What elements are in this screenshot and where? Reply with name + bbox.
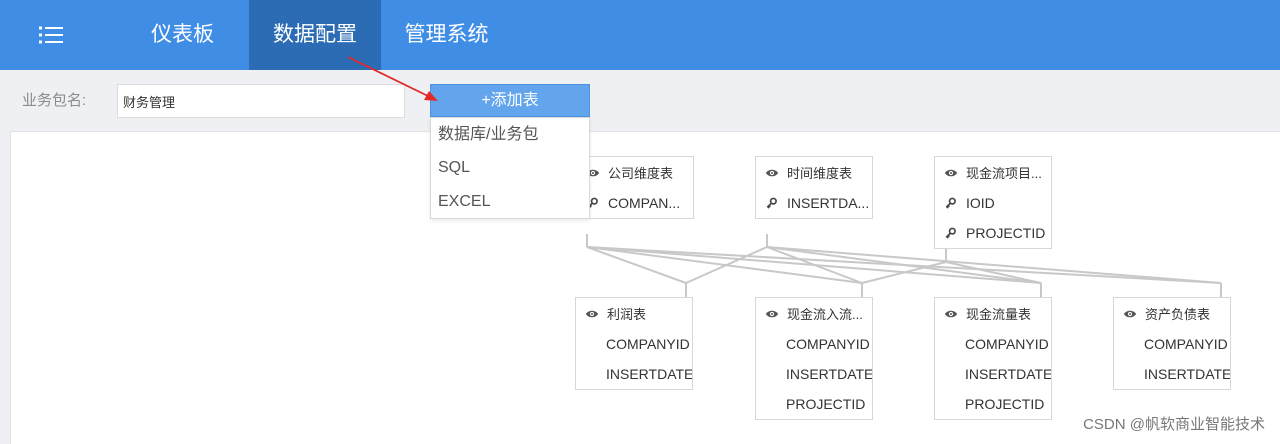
menu-item-excel[interactable]: EXCEL bbox=[431, 185, 589, 218]
table-name: 现金流量表 bbox=[966, 307, 1032, 322]
table-card-header: 时间维度表 bbox=[756, 157, 872, 188]
list-icon[interactable] bbox=[34, 21, 68, 49]
table-card-header: 利润表 bbox=[576, 298, 692, 329]
table-card-header: 现金流入流... bbox=[756, 298, 872, 329]
menu-item-database-package[interactable]: 数据库/业务包 bbox=[431, 118, 589, 151]
table-field[interactable]: INSERTDATE bbox=[935, 359, 1051, 389]
table-field[interactable]: PROJECTID bbox=[935, 389, 1051, 419]
table-field[interactable]: COMPAN... bbox=[577, 188, 693, 218]
table-field[interactable]: INSERTDATE bbox=[756, 359, 872, 389]
table-name: 时间维度表 bbox=[787, 166, 853, 181]
table-name: 现金流项目... bbox=[966, 166, 1042, 181]
table-card-profit[interactable]: 利润表 COMPANYID INSERTDATE bbox=[575, 297, 693, 390]
key-icon bbox=[766, 197, 777, 209]
table-name: 公司维度表 bbox=[608, 166, 674, 181]
tab-dashboard[interactable]: 仪表板 bbox=[129, 0, 236, 70]
table-field[interactable]: PROJECTID bbox=[935, 218, 1051, 248]
table-name: 资产负债表 bbox=[1145, 307, 1211, 322]
table-card-header: 现金流量表 bbox=[935, 298, 1051, 329]
table-field[interactable]: COMPANYID bbox=[756, 329, 872, 359]
menu-item-sql[interactable]: SQL bbox=[431, 151, 589, 184]
eye-icon[interactable] bbox=[1123, 309, 1137, 319]
table-card-balance-sheet[interactable]: 资产负债表 COMPANYID INSERTDATE bbox=[1113, 297, 1231, 390]
key-icon bbox=[945, 227, 956, 239]
field-name: INSERTDA... bbox=[787, 195, 870, 211]
table-field[interactable]: INSERTDA... bbox=[756, 188, 872, 218]
eye-icon[interactable] bbox=[765, 309, 779, 319]
table-card-time-dim[interactable]: 时间维度表 INSERTDA... bbox=[755, 156, 873, 219]
tab-data-config[interactable]: 数据配置 bbox=[249, 0, 381, 70]
table-name: 利润表 bbox=[607, 307, 647, 322]
table-field[interactable]: INSERTDATE bbox=[1114, 359, 1230, 389]
table-field[interactable]: COMPANYID bbox=[935, 329, 1051, 359]
eye-icon[interactable] bbox=[944, 309, 958, 319]
field-name: IOID bbox=[966, 195, 995, 211]
add-table-button[interactable]: +添加表 bbox=[430, 84, 590, 117]
add-table-dropdown: 数据库/业务包 SQL EXCEL bbox=[430, 117, 590, 219]
table-card-header: 现金流项目... bbox=[935, 157, 1051, 188]
table-card-cashflow-project[interactable]: 现金流项目... IOID PROJECTID bbox=[934, 156, 1052, 249]
table-card-company-dim[interactable]: 公司维度表 COMPAN... bbox=[576, 156, 694, 219]
table-field[interactable]: IOID bbox=[935, 188, 1051, 218]
watermark-text: CSDN @帆软商业智能技术 bbox=[1083, 416, 1265, 433]
eye-icon[interactable] bbox=[765, 168, 779, 178]
eye-icon[interactable] bbox=[944, 168, 958, 178]
package-name-label: 业务包名: bbox=[22, 92, 87, 109]
table-card-cash-flow[interactable]: 现金流量表 COMPANYID INSERTDATE PROJECTID bbox=[934, 297, 1052, 420]
table-field[interactable]: PROJECTID bbox=[756, 389, 872, 419]
table-field[interactable]: INSERTDATE bbox=[576, 359, 692, 389]
field-name: COMPAN... bbox=[608, 195, 681, 211]
package-name-input[interactable] bbox=[117, 84, 405, 118]
eye-icon[interactable] bbox=[585, 309, 599, 319]
field-name: PROJECTID bbox=[966, 225, 1046, 241]
table-card-header: 公司维度表 bbox=[577, 157, 693, 188]
key-icon bbox=[945, 197, 956, 209]
table-card-cash-inflow[interactable]: 现金流入流... COMPANYID INSERTDATE PROJECTID bbox=[755, 297, 873, 420]
table-card-header: 资产负债表 bbox=[1114, 298, 1230, 329]
table-name: 现金流入流... bbox=[787, 307, 863, 322]
tab-management[interactable]: 管理系统 bbox=[381, 0, 512, 70]
top-nav-bar: 仪表板 数据配置 管理系统 bbox=[0, 0, 1280, 70]
table-field[interactable]: COMPANYID bbox=[576, 329, 692, 359]
table-field[interactable]: COMPANYID bbox=[1114, 329, 1230, 359]
